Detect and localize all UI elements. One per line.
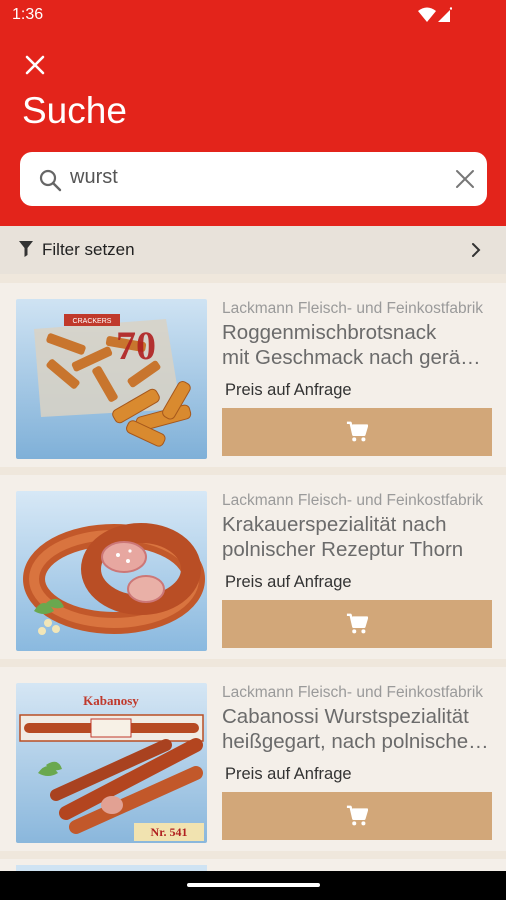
filter-label: Filter setzen (42, 240, 135, 259)
product-card[interactable]: CRACKERS 70 Lackmann Fleisch- und Feinko… (0, 283, 506, 467)
product-image[interactable] (16, 491, 207, 651)
product-card-partial[interactable] (0, 859, 506, 871)
add-to-cart-button[interactable] (222, 600, 492, 648)
status-icons (418, 7, 453, 23)
cart-icon (346, 421, 368, 442)
search-input[interactable]: wurst (70, 166, 118, 189)
product-card[interactable]: Kabanosy Nr. 541 Lackmann Fleisch- und F… (0, 667, 506, 851)
add-to-cart-button[interactable] (222, 408, 492, 456)
product-card[interactable]: Lackmann Fleisch- und Feinkostfabrik Kra… (0, 475, 506, 659)
product-name-line: Krakauerspezialität nach (222, 513, 447, 536)
product-name-line: Roggenmischbrotsnack (222, 321, 437, 344)
wifi-icon (418, 7, 453, 22)
package-label: CRACKERS (73, 318, 112, 325)
cart-icon (346, 805, 368, 826)
search-icon (39, 169, 62, 192)
filter-bar[interactable]: Filter setzen (0, 226, 506, 274)
product-vendor: Lackmann Fleisch- und Feinkostfabrik (222, 492, 484, 509)
app-bar: 1:36 Suche wurst (0, 0, 506, 226)
chevron-right-icon (472, 243, 481, 257)
product-name-line: polnischer Rezeptur Thorn (222, 538, 464, 561)
product-price: Preis auf Anfrage (225, 573, 352, 591)
product-price: Preis auf Anfrage (225, 381, 352, 399)
product-price: Preis auf Anfrage (225, 765, 352, 783)
close-button[interactable] (22, 52, 48, 78)
page-title: Suche (22, 90, 127, 131)
image-label-number: Nr. 541 (151, 825, 188, 839)
clear-icon[interactable] (453, 167, 477, 191)
product-vendor: Lackmann Fleisch- und Feinkostfabrik (222, 300, 484, 317)
product-name: Roggenmischbrotsnack mit Geschmack nach … (222, 320, 492, 370)
product-image[interactable]: Kabanosy Nr. 541 (16, 683, 207, 843)
product-name: Cabanossi Wurstspezialität heißgegart, n… (222, 704, 492, 754)
system-nav-bar (0, 871, 506, 900)
product-vendor: Lackmann Fleisch- und Feinkostfabrik (222, 684, 484, 701)
product-name: Krakauerspezialität nach polnischer Reze… (222, 512, 492, 562)
add-to-cart-button[interactable] (222, 792, 492, 840)
product-name-line: Cabanossi Wurstspezialität (222, 705, 469, 728)
image-label-kabanosy: Kabanosy (83, 693, 139, 708)
svg-text:70: 70 (116, 323, 156, 368)
cart-icon (346, 613, 368, 634)
search-field[interactable]: wurst (20, 152, 487, 206)
product-image[interactable]: CRACKERS 70 (16, 299, 207, 459)
home-handle[interactable] (187, 883, 320, 887)
product-name-line: mit Geschmack nach geräuchertem Speck (222, 346, 492, 369)
filter-icon (19, 241, 33, 257)
status-time: 1:36 (12, 6, 44, 23)
close-icon (25, 55, 45, 75)
product-name-line: heißgegart, nach polnischer Rezeptur (222, 730, 492, 753)
